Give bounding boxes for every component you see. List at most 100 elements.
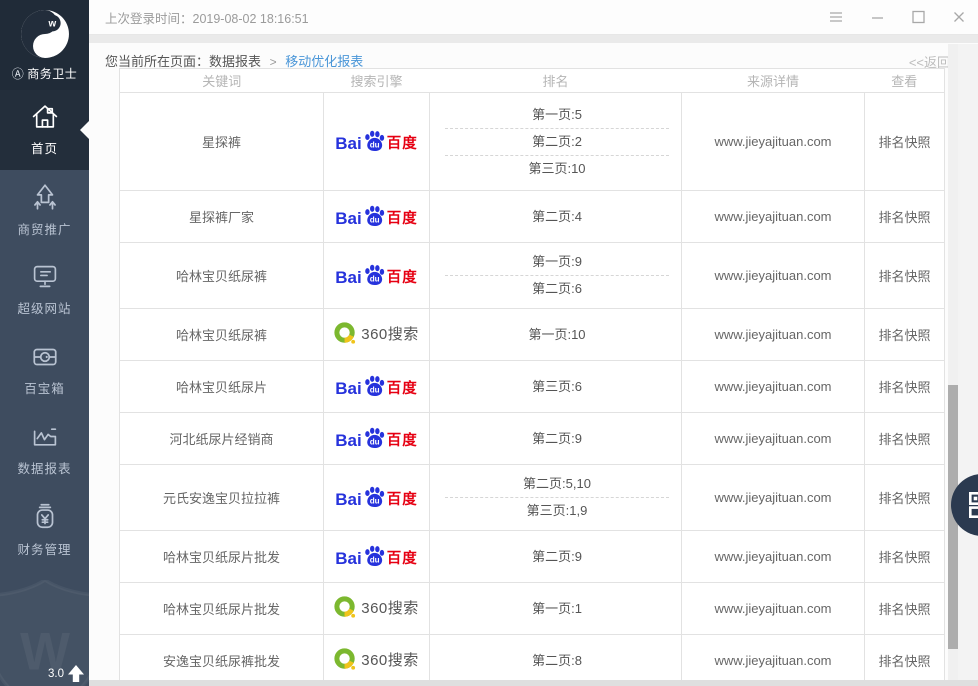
breadcrumb-section: 数据报表 bbox=[209, 54, 261, 69]
baidu-bai-text: Bai bbox=[335, 550, 361, 568]
view-snapshot-link[interactable]: 排名快照 bbox=[865, 465, 945, 531]
rank-cell: 第一页:1 bbox=[430, 583, 682, 635]
engine-cell: Baidu百度 bbox=[324, 531, 430, 583]
rank-entry: 第二页:2 bbox=[445, 129, 669, 156]
svg-text:du: du bbox=[369, 497, 379, 506]
view-snapshot-link[interactable]: 排名快照 bbox=[865, 93, 945, 191]
engine-cell: Baidu 百度 bbox=[324, 243, 430, 309]
source-url: www.jieyajituan.com bbox=[682, 361, 865, 413]
baidu-cn-text: 百度 bbox=[387, 492, 418, 509]
baidu-cn-text: 百度 bbox=[387, 551, 418, 568]
engine-cell: 360搜索 bbox=[324, 309, 430, 361]
engine-cell: Baidu百度 bbox=[324, 361, 430, 413]
baidu-paw-icon: du bbox=[363, 427, 386, 449]
brand-badge-icon: Ⓐ bbox=[12, 65, 25, 82]
website-icon bbox=[30, 263, 60, 290]
svg-text:du: du bbox=[369, 275, 379, 284]
logo-area: w Ⓐ 商务卫士 bbox=[0, 0, 89, 90]
source-url: www.jieyajituan.com bbox=[682, 531, 865, 583]
brand-name: 商务卫士 bbox=[27, 65, 77, 82]
table-row: 星探裤厂家Baidu百度第二页:4www.jieyajituan.com排名快照 bbox=[120, 191, 945, 243]
close-icon[interactable] bbox=[952, 10, 966, 24]
sidebar-item-finance[interactable]: 财务管理 bbox=[0, 490, 89, 570]
minimize-icon[interactable] bbox=[870, 10, 885, 24]
rank-entry: 第一页:1 bbox=[445, 596, 669, 622]
view-snapshot-link[interactable]: 排名快照 bbox=[865, 583, 945, 635]
last-login-text: 上次登录时间：2019-08-02 18:16:51 bbox=[105, 8, 309, 27]
keyword-cell: 星探裤厂家 bbox=[120, 191, 324, 243]
rank-entry: 第三页:10 bbox=[445, 156, 669, 182]
view-snapshot-link[interactable]: 排名快照 bbox=[865, 531, 945, 583]
svg-text:du: du bbox=[369, 438, 379, 447]
rank-entry: 第一页:5 bbox=[445, 102, 669, 129]
breadcrumb-prefix: 您当前所在页面： bbox=[105, 54, 209, 69]
so360-logo: 360搜索 bbox=[334, 648, 419, 671]
sidebar-item-website[interactable]: 超级网站 bbox=[0, 250, 89, 330]
topbar: 上次登录时间：2019-08-02 18:16:51 bbox=[89, 0, 978, 35]
toolbox-icon bbox=[30, 344, 60, 370]
baidu-paw-icon: du bbox=[363, 545, 386, 567]
table-header-row: 关键词搜索引擎排名来源详情查看 bbox=[120, 69, 945, 93]
source-url: www.jieyajituan.com bbox=[682, 243, 865, 309]
sidebar-item-toolbox[interactable]: 百宝箱 bbox=[0, 330, 89, 410]
sidebar-item-label: 财务管理 bbox=[17, 539, 71, 558]
scroll-top-arrow-icon[interactable] bbox=[68, 665, 84, 682]
app-logo-icon: w bbox=[20, 9, 70, 59]
sidebar-item-reports[interactable]: 数据报表 bbox=[0, 410, 89, 490]
engine-cell: 360搜索 bbox=[324, 635, 430, 686]
version-row: 3.0 bbox=[48, 665, 84, 682]
ranking-table: 关键词搜索引擎排名来源详情查看 星探裤Baidu百度第一页:5第二页:2第三页:… bbox=[119, 68, 945, 686]
maximize-icon[interactable] bbox=[911, 10, 926, 24]
rank-entry: 第二页:9 bbox=[445, 544, 669, 570]
rank-cell: 第二页:5,10第三页:1,9 bbox=[430, 465, 682, 531]
sidebar-item-label: 百宝箱 bbox=[24, 378, 65, 397]
baidu-cn-text: 百度 bbox=[387, 211, 418, 228]
app-window: w Ⓐ 商务卫士 首页商贸推广超级网站百宝箱数据报表财务管理 W 3.0 bbox=[0, 0, 978, 686]
view-snapshot-link[interactable]: 排名快照 bbox=[865, 191, 945, 243]
keyword-cell: 哈林宝贝纸尿裤 bbox=[120, 243, 324, 309]
view-snapshot-link[interactable]: 排名快照 bbox=[865, 635, 945, 686]
baidu-bai-text: Bai bbox=[335, 269, 361, 287]
svg-text:du: du bbox=[369, 216, 379, 225]
report-icon bbox=[30, 423, 60, 450]
rank-cell: 第一页:9第二页:6 bbox=[430, 243, 682, 309]
keyword-cell: 安逸宝贝纸尿裤批发 bbox=[120, 635, 324, 686]
view-snapshot-link[interactable]: 排名快照 bbox=[865, 361, 945, 413]
baidu-logo: Baidu百度 bbox=[335, 486, 417, 509]
engine-cell: 360搜索 bbox=[324, 583, 430, 635]
rank-entry: 第一页:9 bbox=[445, 249, 669, 276]
vertical-scrollbar[interactable] bbox=[948, 44, 958, 686]
keyword-cell: 星探裤 bbox=[120, 93, 324, 191]
version-label: 3.0 bbox=[48, 668, 64, 680]
sidebar-item-home[interactable]: 首页 bbox=[0, 90, 89, 170]
separator-band bbox=[89, 35, 978, 43]
so360-label: 360搜索 bbox=[361, 323, 419, 344]
source-url: www.jieyajituan.com bbox=[682, 93, 865, 191]
qr-code-icon bbox=[969, 492, 978, 518]
menu-icon[interactable] bbox=[828, 10, 844, 24]
baidu-cn-text: 百度 bbox=[387, 270, 418, 287]
keyword-cell: 哈林宝贝纸尿片批发 bbox=[120, 583, 324, 635]
view-snapshot-link[interactable]: 排名快照 bbox=[865, 309, 945, 361]
table-row: 元氏安逸宝贝拉拉裤Baidu百度第二页:5,10第三页:1,9www.jieya… bbox=[120, 465, 945, 531]
baidu-logo: Baidu百度 bbox=[335, 375, 417, 398]
rank-entry: 第二页:6 bbox=[445, 276, 669, 302]
breadcrumb-current-link[interactable]: 移动优化报表 bbox=[285, 54, 363, 69]
baidu-paw-icon: du bbox=[363, 375, 386, 397]
sidebar-item-label: 超级网站 bbox=[17, 298, 71, 317]
keyword-cell: 哈林宝贝纸尿片批发 bbox=[120, 531, 324, 583]
rank-entry: 第三页:1,9 bbox=[445, 498, 669, 524]
source-url: www.jieyajituan.com bbox=[682, 635, 865, 686]
baidu-logo: Baidu 百度 bbox=[335, 264, 417, 287]
sidebar-item-label: 商贸推广 bbox=[17, 219, 71, 238]
table-row: 哈林宝贝纸尿裤Baidu百度第一页:9第二页:6www.jieyajituan.… bbox=[120, 243, 945, 309]
rank-entry: 第三页:6 bbox=[445, 374, 669, 400]
sidebar-item-promotion[interactable]: 商贸推广 bbox=[0, 170, 89, 250]
source-url: www.jieyajituan.com bbox=[682, 191, 865, 243]
table-row: 河北纸尿片经销商Baidu百度第二页:9www.jieyajituan.com排… bbox=[120, 413, 945, 465]
table-row: 安逸宝贝纸尿裤批发360搜索第二页:8www.jieyajituan.com排名… bbox=[120, 635, 945, 686]
rank-cell: 第一页:10 bbox=[430, 309, 682, 361]
view-snapshot-link[interactable]: 排名快照 bbox=[865, 243, 945, 309]
view-snapshot-link[interactable]: 排名快照 bbox=[865, 413, 945, 465]
so360-ring-icon bbox=[334, 596, 357, 619]
